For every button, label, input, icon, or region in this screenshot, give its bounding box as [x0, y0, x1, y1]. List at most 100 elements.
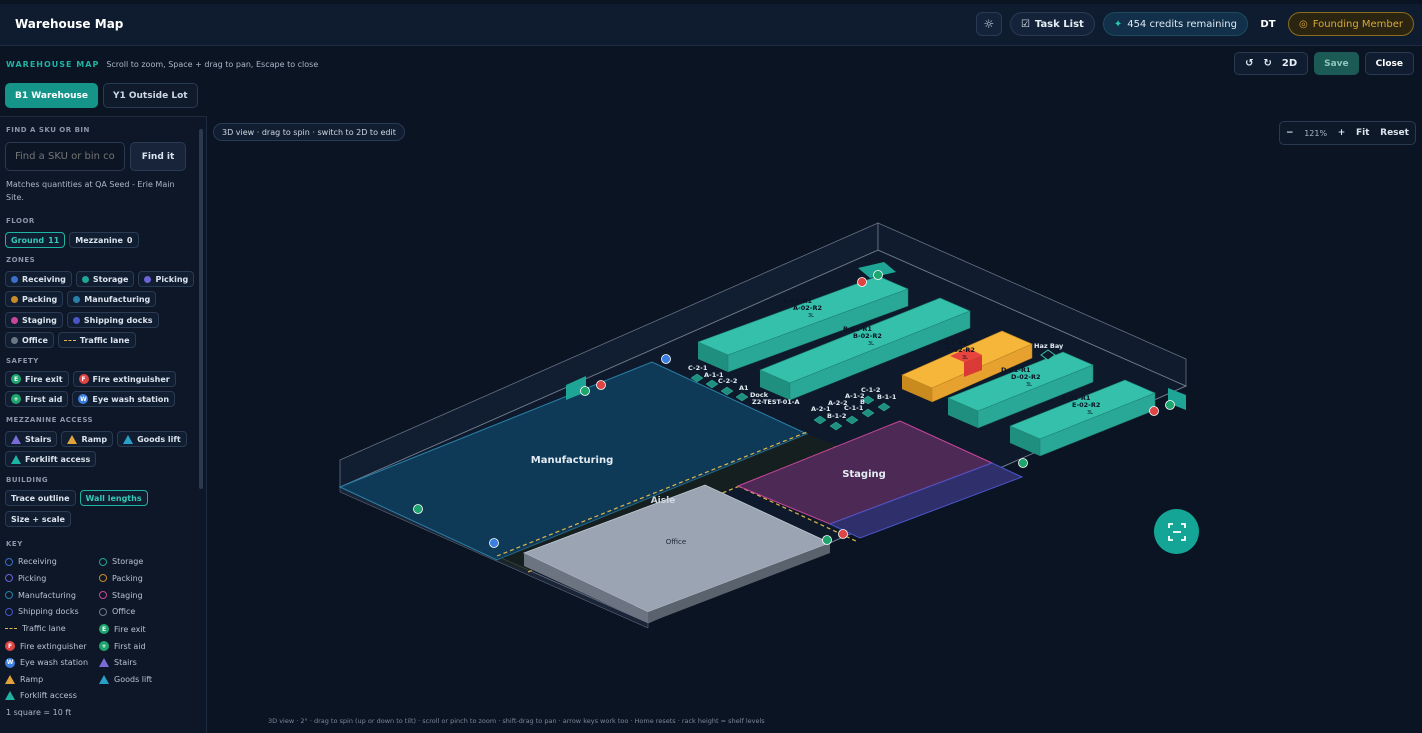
- legend-item: Picking: [5, 574, 46, 583]
- sidebar-scrollbar[interactable]: [199, 129, 203, 489]
- scan-fab-button[interactable]: [1154, 509, 1199, 554]
- haz-bay-label: Haz Bay: [1034, 342, 1064, 350]
- packing-dot: [11, 295, 18, 303]
- legend-item: Goods lift: [99, 674, 152, 684]
- fire-exit-marker[interactable]: [873, 270, 883, 280]
- building-title: BUILDING: [6, 476, 49, 484]
- safety-title: SAFETY: [6, 357, 39, 365]
- floor-chips: Ground 11 Mezzanine 0: [5, 232, 139, 248]
- zone-chip-traffic-lane[interactable]: Traffic lane: [57, 332, 136, 348]
- tab-warehouse[interactable]: B1 Warehouse: [5, 83, 98, 108]
- mezz-chip-ramp[interactable]: Ramp: [61, 431, 114, 447]
- stairs-icon: [11, 434, 21, 444]
- legend-item: Storage: [99, 557, 143, 566]
- mezz-chip-forklift[interactable]: Forklift access: [5, 451, 97, 467]
- mezz-chip-goods-lift[interactable]: Goods lift: [117, 431, 187, 447]
- fire-extinguisher-marker[interactable]: [857, 277, 867, 287]
- size-scale-button[interactable]: Size + scale: [5, 511, 71, 527]
- safety-chip-fire-extinguisher[interactable]: F Fire extinguisher: [72, 371, 176, 387]
- legend-triangle-icon: [99, 674, 109, 684]
- floor-ground-chip[interactable]: Ground 11: [5, 232, 66, 248]
- rack-e-level: 3L: [1087, 410, 1093, 416]
- mode-2d-button[interactable]: 2D: [1282, 58, 1297, 69]
- eye-wash-marker[interactable]: [489, 538, 499, 548]
- scan-icon: [1167, 522, 1186, 541]
- fire-exit-marker[interactable]: [1018, 458, 1028, 468]
- warehouse-3d-view[interactable]: Manufacturing Aisle Staging Office A-01-…: [208, 116, 1422, 733]
- legend-item: Forklift access: [5, 691, 77, 701]
- legend-item: Shipping docks: [5, 607, 79, 616]
- rack-b-label-2: B-02-R2: [853, 332, 882, 340]
- legend-item: Office: [99, 607, 135, 616]
- close-button[interactable]: Close: [1364, 52, 1414, 75]
- fire-exit-marker[interactable]: [580, 386, 590, 396]
- map-brand: WAREHOUSE MAP: [6, 60, 100, 69]
- undo-icon[interactable]: ↺: [1245, 58, 1253, 69]
- sparkle-icon: ✦: [1113, 18, 1123, 30]
- rack-a-label-2: A-02-R2: [793, 304, 822, 312]
- staging-label: Staging: [842, 469, 886, 480]
- legend-triangle-icon: [5, 691, 15, 701]
- fire-extinguisher-icon: F: [78, 374, 89, 384]
- medal-icon: ◎: [1298, 18, 1308, 30]
- legend-swatch: [5, 607, 13, 616]
- zone-chip-office[interactable]: Office: [5, 332, 54, 348]
- eye-wash-marker[interactable]: [661, 354, 671, 364]
- zone-chip-shipping-docks[interactable]: Shipping docks: [66, 312, 159, 328]
- first-aid-icon: +: [11, 394, 21, 404]
- credits-badge[interactable]: ✦ 454 credits remaining: [1102, 12, 1248, 36]
- legend-badge-icon: F: [5, 641, 15, 651]
- bin-label: B-1-2: [827, 412, 846, 420]
- fire-exit-marker[interactable]: [413, 504, 423, 514]
- storage-dot: [81, 275, 89, 283]
- save-button[interactable]: Save: [1314, 52, 1359, 75]
- fire-extinguisher-marker[interactable]: [596, 380, 606, 390]
- history-and-mode: ↺ ↻ 2D: [1234, 52, 1309, 75]
- redo-icon[interactable]: ↻: [1263, 58, 1271, 69]
- task-list-button[interactable]: ☑ Task List: [1009, 12, 1095, 36]
- floor-mezzanine-chip[interactable]: Mezzanine 0: [69, 232, 139, 248]
- zones-title: ZONES: [6, 256, 36, 264]
- fire-exit-marker[interactable]: [1165, 400, 1175, 410]
- legend-item: Stairs: [99, 657, 137, 667]
- trace-outline-button[interactable]: Trace outline: [5, 490, 76, 506]
- wall-lengths-button[interactable]: Wall lengths: [79, 490, 148, 506]
- legend-triangle-icon: [5, 674, 15, 684]
- legend-badge-icon: +: [99, 641, 109, 651]
- zone-chip-picking[interactable]: Picking: [138, 271, 195, 287]
- building-chips-row-1: Trace outline Wall lengths: [5, 490, 148, 506]
- legend-label: Traffic lane: [22, 624, 66, 634]
- map-hint: Scroll to zoom, Space + drag to pan, Esc…: [106, 60, 319, 69]
- legend-label: Fire exit: [114, 624, 146, 634]
- goods-lift-icon: [123, 434, 134, 444]
- founding-member-badge[interactable]: ◎ Founding Member: [1287, 12, 1414, 36]
- fire-exit-marker[interactable]: [822, 535, 832, 545]
- mezz-chip-stairs[interactable]: Stairs: [5, 431, 58, 447]
- safety-chip-fire-exit[interactable]: E Fire exit: [5, 371, 69, 387]
- map-canvas[interactable]: 3D view · drag to spin · switch to 2D to…: [208, 116, 1422, 733]
- sidebar: FIND A SKU OR BIN Find it Matches quanti…: [0, 116, 207, 733]
- rack-e-label-2: E-02-R2: [1072, 401, 1100, 409]
- zone-chip-storage[interactable]: Storage: [75, 271, 135, 287]
- rack-d-label-2: D-02-R2: [1011, 373, 1041, 381]
- fire-extinguisher-marker[interactable]: [838, 529, 848, 539]
- rack-b-level: 3L: [868, 341, 874, 347]
- zone-chip-packing[interactable]: Packing: [5, 291, 64, 307]
- safety-chip-eye-wash[interactable]: W Eye wash station: [72, 391, 176, 407]
- zone-chip-staging[interactable]: Staging: [5, 312, 63, 328]
- safety-chip-first-aid[interactable]: + First aid: [5, 391, 69, 407]
- aisle-label: Aisle: [651, 496, 676, 506]
- fire-extinguisher-marker[interactable]: [1149, 406, 1159, 416]
- safety-chips-row-2: + First aid W Eye wash station: [5, 391, 176, 407]
- checkbox-icon: ☑: [1020, 18, 1030, 30]
- rack-c-label-2: C-02-R2: [946, 346, 975, 354]
- find-it-button[interactable]: Find it: [130, 142, 186, 171]
- theme-toggle-button[interactable]: ☼: [975, 12, 1002, 36]
- legend-label: Picking: [18, 573, 47, 583]
- sku-search-input[interactable]: [5, 142, 125, 171]
- tab-outside-lot[interactable]: Y1 Outside Lot: [102, 83, 198, 108]
- avatar[interactable]: DT: [1256, 12, 1280, 36]
- zone-chip-manufacturing[interactable]: Manufacturing: [67, 291, 157, 307]
- zone-chip-receiving[interactable]: Receiving: [5, 271, 72, 287]
- legend-label: Staging: [112, 590, 143, 600]
